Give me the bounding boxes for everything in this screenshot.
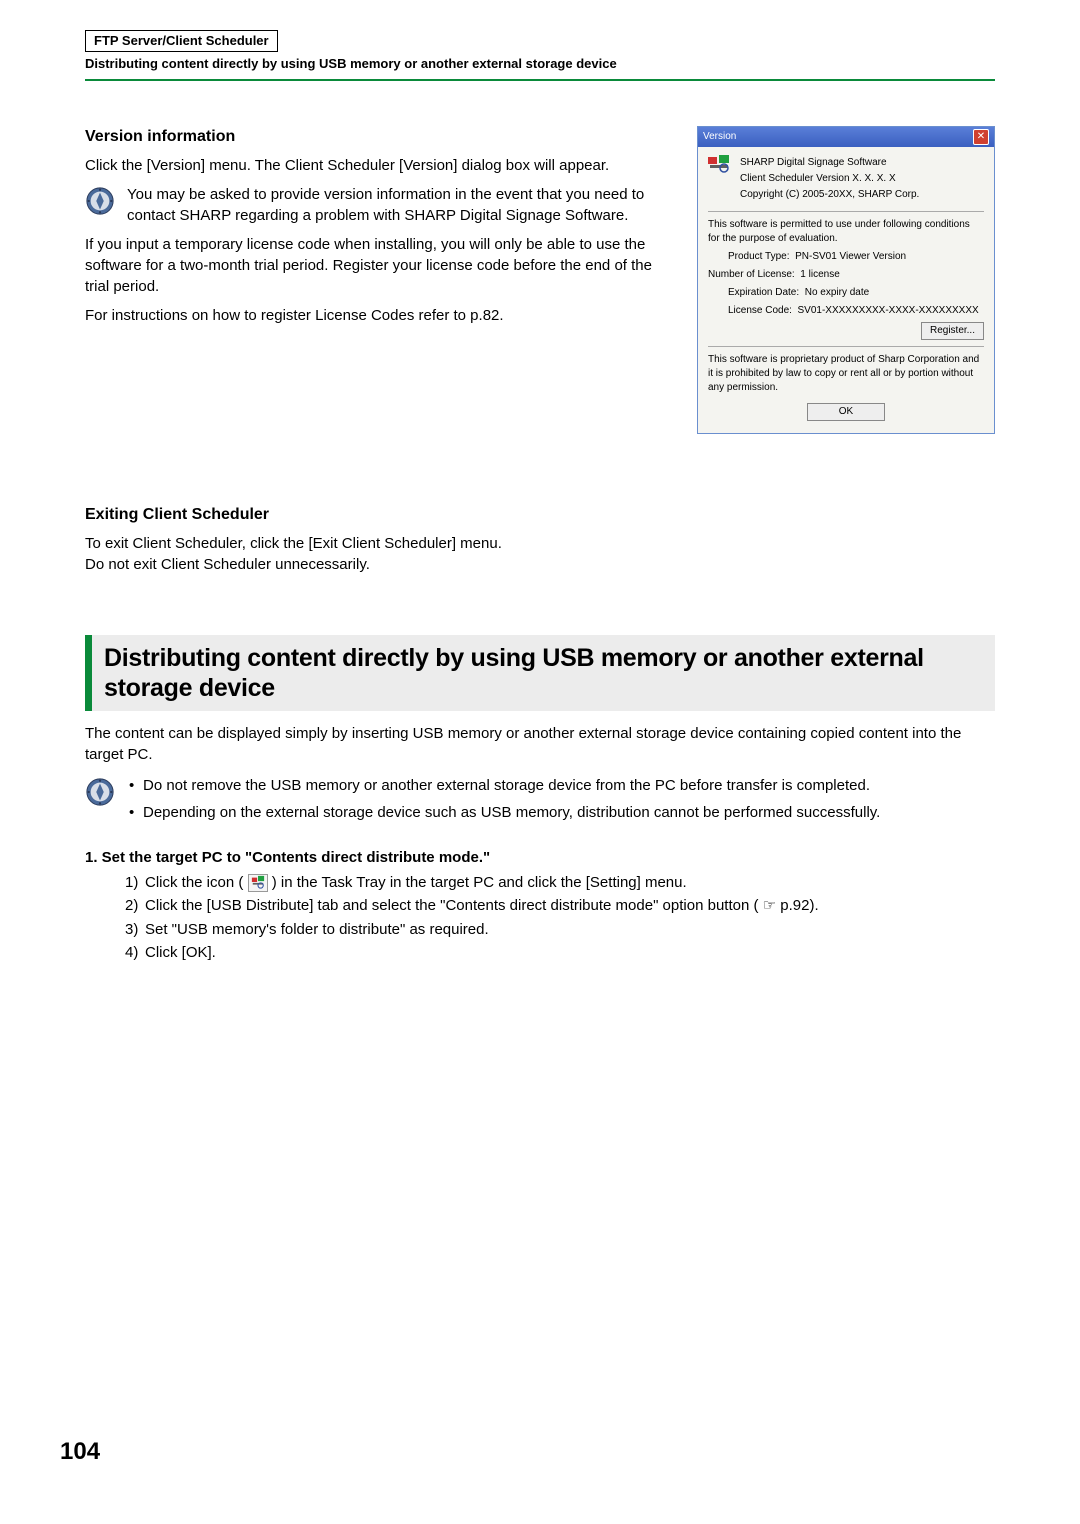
dialog-line3: Copyright (C) 2005-20XX, SHARP Corp. (740, 187, 919, 203)
version-p2b: For instructions on how to register Lice… (85, 305, 677, 326)
header-box: FTP Server/Client Scheduler (85, 30, 278, 52)
compass-icon (85, 186, 115, 216)
steps-list: Click the icon ( ) in the Task Tray in t… (85, 872, 995, 963)
step-3: Set "USB memory's folder to distribute" … (125, 919, 995, 940)
major-heading: Distributing content directly by using U… (104, 643, 983, 703)
dialog-titlebar: Version ✕ (698, 127, 994, 147)
step-1: Click the icon ( ) in the Task Tray in t… (125, 872, 995, 893)
section-title-exiting: Exiting Client Scheduler (85, 504, 995, 526)
version-p2a: If you input a temporary license code wh… (85, 234, 677, 297)
dialog-exp-value: No expiry date (805, 287, 869, 298)
step-2a: Click the [USB Distribute] tab and selec… (145, 897, 758, 914)
dialog-cond: This software is permitted to use under … (708, 218, 984, 246)
dialog-title-text: Version (703, 130, 736, 144)
step-heading: 1. Set the target PC to "Contents direct… (85, 847, 995, 868)
step-1b: ) in the Task Tray in the target PC and … (272, 874, 687, 891)
exit-p1: To exit Client Scheduler, click the [Exi… (85, 533, 995, 554)
dist-bullets: Do not remove the USB memory or another … (127, 775, 995, 823)
dialog-nlic-value: 1 license (800, 269, 839, 280)
tray-icon (248, 874, 268, 892)
ok-button[interactable]: OK (807, 403, 885, 421)
dialog-line2: Client Scheduler Version X. X. X. X (740, 171, 919, 187)
step-1a: Click the icon ( (145, 874, 243, 891)
dist-intro: The content can be displayed simply by i… (85, 723, 995, 765)
dialog-line1: SHARP Digital Signage Software (740, 155, 919, 171)
header-rule (85, 79, 995, 81)
step-2b: p.92). (780, 897, 818, 914)
major-heading-wrap: Distributing content directly by using U… (85, 635, 995, 711)
page-number: 104 (60, 1435, 100, 1469)
version-intro: Click the [Version] menu. The Client Sch… (85, 155, 677, 176)
version-note: You may be asked to provide version info… (127, 186, 644, 224)
close-icon[interactable]: ✕ (973, 129, 989, 145)
header-subtitle: Distributing content directly by using U… (85, 55, 995, 73)
compass-icon (85, 777, 115, 807)
dist-bullet-2: Depending on the external storage device… (127, 802, 995, 823)
step-4: Click [OK]. (125, 942, 995, 963)
dialog-lic-label: License Code: (728, 305, 792, 316)
exit-p2: Do not exit Client Scheduler unnecessari… (85, 554, 995, 575)
dist-bullet-1: Do not remove the USB memory or another … (127, 775, 995, 796)
hand-pointer-icon: ☞ (763, 898, 776, 914)
version-dialog: Version ✕ SHARP Digital Signage Softwa (697, 126, 995, 434)
dialog-exp-label: Expiration Date: (728, 287, 799, 298)
dialog-ptype-label: Product Type: (728, 251, 790, 262)
step-2: Click the [USB Distribute] tab and selec… (125, 895, 995, 917)
register-button[interactable]: Register... (921, 322, 984, 340)
dialog-lic-value: SV01-XXXXXXXXX-XXXX-XXXXXXXXX (798, 305, 979, 316)
dialog-legal: This software is proprietary product of … (708, 353, 984, 395)
section-title-version: Version information (85, 126, 677, 148)
dialog-nlic-label: Number of License: (708, 269, 795, 280)
dialog-app-icon (708, 155, 732, 175)
dialog-ptype-value: PN-SV01 Viewer Version (795, 251, 906, 262)
